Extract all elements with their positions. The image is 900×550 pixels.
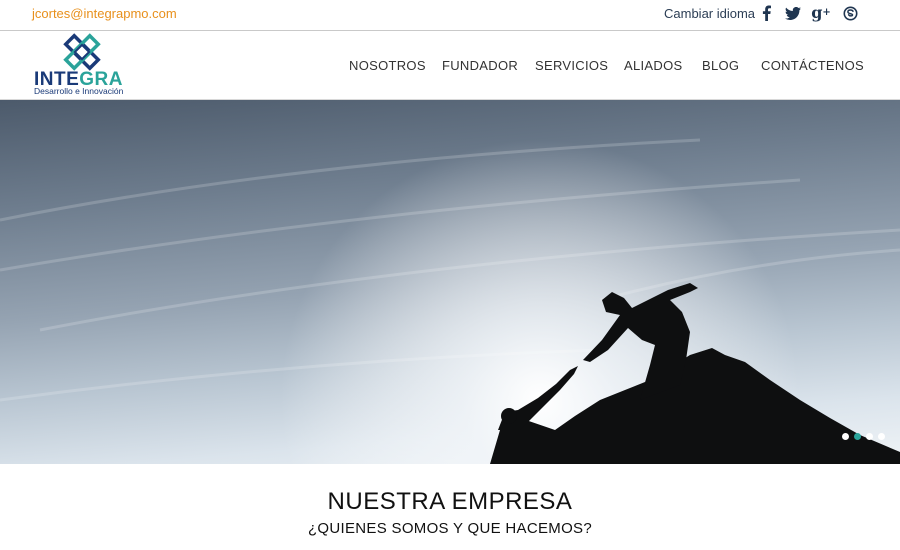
facebook-icon[interactable] [759,3,773,23]
nav-item-contactenos[interactable]: CONTÁCTENOS [761,58,864,73]
google-plus-icon[interactable]: g + [811,3,831,23]
logo-tagline: Desarrollo e Innovación [34,86,124,96]
nav-item-fundador[interactable]: FUNDADOR [442,58,518,73]
main-header: INTEGRA Desarrollo e Innovación NOSOTROS… [0,32,900,100]
twitter-icon[interactable] [784,3,801,23]
nav-item-nosotros[interactable]: NOSOTROS [349,58,426,73]
nav-item-servicios[interactable]: SERVICIOS [535,58,608,73]
slider-dot[interactable] [878,433,885,440]
skype-icon[interactable] [842,3,858,23]
section-subtitle: ¿QUIENES SOMOS Y QUE HACEMOS? [307,520,593,537]
top-bar: jcortes@integrapmo.com Cambiar idioma g + [0,0,900,31]
section-title: NUESTRA EMPRESA [327,488,573,515]
slider-dot-active[interactable] [854,433,861,440]
integra-logo[interactable]: INTEGRA Desarrollo e Innovación [32,32,142,98]
nav-item-blog[interactable]: BLOG [702,58,739,73]
logo-mark-icon [63,33,101,71]
email-link[interactable]: jcortes@integrapmo.com [32,6,177,21]
hero-image [0,100,900,464]
slider-dot[interactable] [842,433,849,440]
slider-pagination [842,433,885,440]
slider-dot[interactable] [866,433,873,440]
nav-item-aliados[interactable]: ALIADOS [624,58,682,73]
change-language-link[interactable]: Cambiar idioma [664,6,755,21]
hero-slider[interactable] [0,100,900,464]
